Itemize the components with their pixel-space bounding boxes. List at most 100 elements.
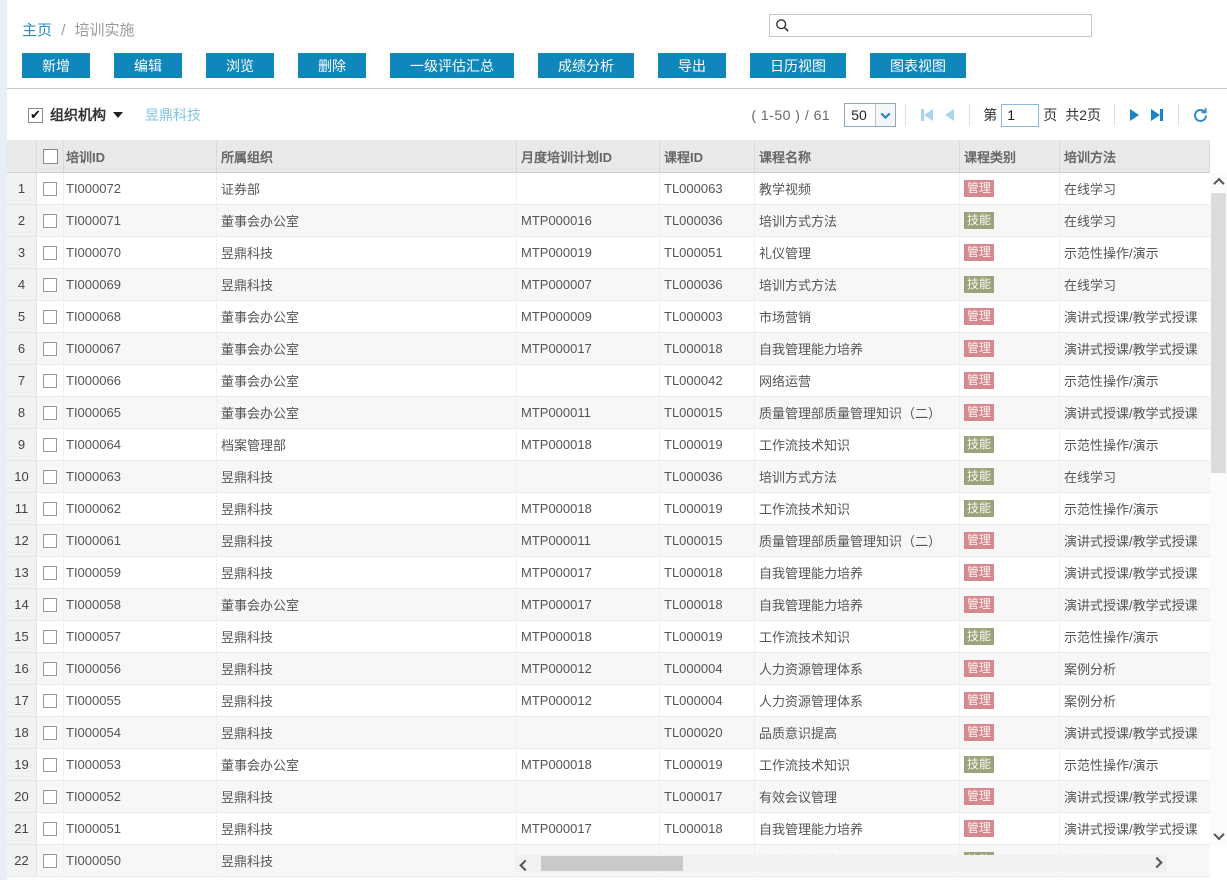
row-checkbox[interactable] [43,726,57,740]
scroll-down-button[interactable] [1210,827,1227,845]
horizontal-scrollbar-thumb[interactable] [541,856,683,871]
toolbar-button-0[interactable]: 新增 [22,53,90,78]
table-row[interactable]: 17TI000055昱鼎科技MTP000012TL000004人力资源管理体系管… [7,685,1210,717]
search-box[interactable] [769,14,1092,37]
table-row[interactable]: 8TI000065董事会办公室MTP000011TL000015质量管理部质量管… [7,397,1210,429]
row-checkbox[interactable] [43,822,57,836]
table-row[interactable]: 5TI000068董事会办公室MTP000009TL000003市场营销管理演讲… [7,301,1210,333]
row-number: 2 [7,205,37,236]
cell-plan-id: MTP000012 [517,685,660,716]
toolbar-button-4[interactable]: 一级评估汇总 [390,53,514,78]
toolbar-button-8[interactable]: 图表视图 [870,53,966,78]
row-checkbox[interactable] [43,758,57,772]
table-row[interactable]: 4TI000069昱鼎科技MTP000007TL000036培训方式方法技能在线… [7,269,1210,301]
select-all-checkbox[interactable] [43,149,58,164]
cell-plan-id: MTP000018 [517,429,660,460]
table-row[interactable]: 3TI000070昱鼎科技MTP000019TL000051礼仪管理管理示范性操… [7,237,1210,269]
toolbar-button-3[interactable]: 删除 [298,53,366,78]
row-checkbox-cell [37,525,64,556]
cell-org: 昱鼎科技 [217,269,517,300]
row-checkbox[interactable] [43,790,57,804]
table-row[interactable]: 7TI000066董事会办公室TL000042网络运营管理示范性操作/演示 [7,365,1210,397]
cell-plan-id: MTP000018 [517,493,660,524]
cell-course-name: 质量管理部质量管理知识（二） [755,397,960,428]
row-checkbox[interactable] [43,182,57,196]
toolbar-button-5[interactable]: 成绩分析 [538,53,634,78]
toolbar-button-2[interactable]: 浏览 [206,53,274,78]
row-checkbox[interactable] [43,630,57,644]
cell-course-id: TL000019 [660,493,755,524]
cell-plan-id: MTP000009 [517,301,660,332]
org-filter-value[interactable]: 昱鼎科技 [145,105,201,125]
row-checkbox[interactable] [43,598,57,612]
breadcrumb-current: 培训实施 [75,22,135,39]
next-page-button[interactable] [1130,109,1139,121]
row-checkbox[interactable] [43,502,57,516]
vertical-scrollbar[interactable] [1210,173,1227,845]
table-row[interactable]: 12TI000061昱鼎科技MTP000011TL000015质量管理部质量管理… [7,525,1210,557]
prev-page-button[interactable] [945,109,954,121]
cell-category: 技能 [960,429,1060,460]
row-checkbox[interactable] [43,566,57,580]
row-checkbox[interactable] [43,470,57,484]
row-checkbox[interactable] [43,438,57,452]
column-header-4[interactable]: 课程名称 [755,140,960,172]
row-checkbox[interactable] [43,374,57,388]
cell-course-name: 培训方式方法 [755,269,960,300]
column-header-2[interactable]: 月度培训计划ID [517,140,660,172]
table-row[interactable]: 11TI000062昱鼎科技MTP000018TL000019工作流技术知识技能… [7,493,1210,525]
table-row[interactable]: 10TI000063昱鼎科技TL000036培训方式方法技能在线学习 [7,461,1210,493]
row-checkbox[interactable] [43,214,57,228]
vertical-scrollbar-thumb[interactable] [1211,193,1226,473]
category-badge: 管理 [964,308,994,325]
table-row[interactable]: 18TI000054昱鼎科技TL000020品质意识提高管理演讲式授课/教学式授… [7,717,1210,749]
refresh-button[interactable] [1192,107,1209,124]
table-row[interactable]: 13TI000059昱鼎科技MTP000017TL000018自我管理能力培养管… [7,557,1210,589]
table-row[interactable]: 19TI000053董事会办公室MTP000018TL000019工作流技术知识… [7,749,1210,781]
org-filter-checkbox[interactable] [28,108,43,123]
horizontal-scrollbar[interactable] [515,855,1167,872]
toolbar-button-6[interactable]: 导出 [658,53,726,78]
table-row[interactable]: 15TI000057昱鼎科技MTP000018TL000019工作流技术知识技能… [7,621,1210,653]
chevron-down-icon[interactable] [113,112,123,118]
table-row[interactable]: 9TI000064档案管理部MTP000018TL000019工作流技术知识技能… [7,429,1210,461]
cell-org: 董事会办公室 [217,205,517,236]
row-checkbox[interactable] [43,278,57,292]
scroll-up-button[interactable] [1210,173,1227,191]
breadcrumb-home-link[interactable]: 主页 [22,22,52,39]
toolbar-button-7[interactable]: 日历视图 [750,53,846,78]
column-header-1[interactable]: 所属组织 [217,140,517,172]
table-row[interactable]: 21TI000051昱鼎科技MTP000017TL000018自我管理能力培养管… [7,813,1210,845]
page-size-select[interactable]: 50 [844,103,896,127]
page-size-dropdown-button[interactable] [875,104,895,126]
table-row[interactable]: 16TI000056昱鼎科技MTP000012TL000004人力资源管理体系管… [7,653,1210,685]
cell-training-id: TI000065 [64,397,217,428]
cell-course-id: TL000018 [660,813,755,844]
row-number: 13 [7,557,37,588]
column-header-0[interactable]: 培训ID [64,140,217,172]
table-row[interactable]: 20TI000052昱鼎科技TL000017有效会议管理管理演讲式授课/教学式授… [7,781,1210,813]
table-row[interactable]: 6TI000067董事会办公室MTP000017TL000018自我管理能力培养… [7,333,1210,365]
scroll-right-button[interactable] [1147,855,1167,872]
last-page-button[interactable] [1151,109,1163,121]
column-header-5[interactable]: 课程类别 [960,140,1060,172]
page-number-input[interactable] [1001,104,1039,127]
toolbar-button-1[interactable]: 编辑 [114,53,182,78]
table-row[interactable]: 2TI000071董事会办公室MTP000016TL000036培训方式方法技能… [7,205,1210,237]
table-row[interactable]: 14TI000058董事会办公室MTP000017TL000018自我管理能力培… [7,589,1210,621]
column-header-6[interactable]: 培训方法 [1060,140,1210,172]
column-header-3[interactable]: 课程ID [660,140,755,172]
row-checkbox[interactable] [43,246,57,260]
category-badge: 管理 [964,532,994,549]
scroll-left-button[interactable] [515,855,535,872]
row-checkbox[interactable] [43,310,57,324]
first-page-button[interactable] [921,109,933,121]
row-checkbox[interactable] [43,342,57,356]
row-checkbox[interactable] [43,694,57,708]
row-checkbox[interactable] [43,662,57,676]
search-input[interactable] [790,16,1091,35]
table-row[interactable]: 1TI000072证券部TL000063教学视频管理在线学习 [7,173,1210,205]
row-checkbox[interactable] [43,406,57,420]
row-checkbox[interactable] [43,854,57,868]
row-checkbox[interactable] [43,534,57,548]
